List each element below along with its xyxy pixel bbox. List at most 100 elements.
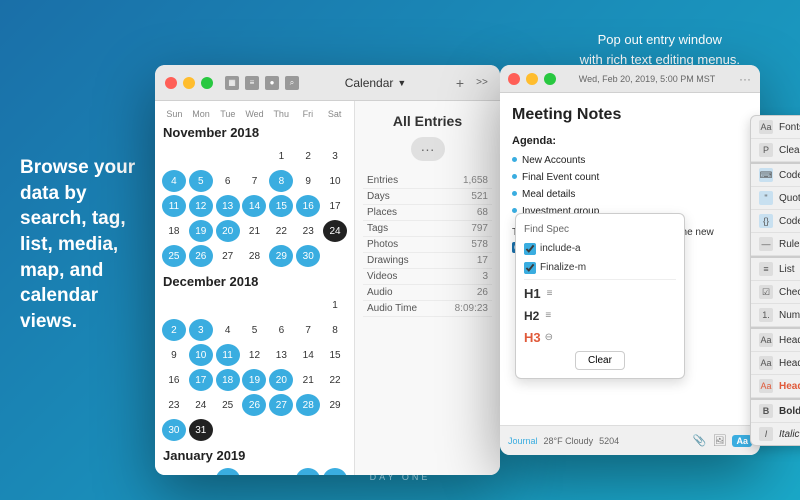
cal-cell[interactable]: 4 bbox=[216, 319, 240, 341]
notes-more-icon[interactable]: ··· bbox=[738, 72, 752, 86]
cal-cell[interactable]: 31 bbox=[189, 419, 213, 441]
find-checkbox-2[interactable] bbox=[524, 262, 536, 274]
format-numbered-list[interactable]: 1. Numbered List bbox=[751, 304, 800, 327]
cal-cell[interactable]: 21 bbox=[296, 369, 320, 391]
cal-cell[interactable]: 22 bbox=[269, 220, 293, 242]
cal-cell[interactable]: 7 bbox=[296, 319, 320, 341]
more-options-button[interactable]: >> bbox=[474, 75, 490, 91]
attachment-icon[interactable]: 📎 bbox=[693, 434, 707, 447]
photo-icon[interactable]: 🖼 bbox=[713, 434, 727, 447]
format-bold[interactable]: B Bold bbox=[751, 398, 800, 423]
cal-cell[interactable]: 4 bbox=[296, 468, 320, 475]
cal-cell[interactable]: 15 bbox=[323, 344, 347, 366]
search-icon[interactable]: ⌕ bbox=[285, 76, 299, 90]
cal-cell[interactable]: 18 bbox=[162, 220, 186, 242]
format-code-span[interactable]: ⌨ Code Span bbox=[751, 162, 800, 187]
cal-cell[interactable]: 5 bbox=[323, 468, 347, 475]
cal-cell[interactable]: 19 bbox=[189, 220, 213, 242]
maximize-button[interactable] bbox=[201, 77, 213, 89]
filter-icon[interactable]: ≡ bbox=[245, 76, 259, 90]
cal-cell[interactable]: 20 bbox=[269, 369, 293, 391]
cal-cell[interactable]: 11 bbox=[162, 195, 186, 217]
cal-cell[interactable]: 8 bbox=[269, 170, 293, 192]
format-header1[interactable]: Aa Header 1 bbox=[751, 327, 800, 352]
notes-body[interactable]: Meeting Notes Agenda: New Accounts Final… bbox=[500, 93, 760, 425]
notes-maximize-button[interactable] bbox=[544, 73, 556, 85]
cal-cell[interactable]: 29 bbox=[269, 245, 293, 267]
cal-cell[interactable]: 26 bbox=[242, 394, 266, 416]
cal-cell[interactable]: 25 bbox=[162, 245, 186, 267]
format-list[interactable]: ≡ List bbox=[751, 256, 800, 281]
theme-icon[interactable]: ● bbox=[265, 76, 279, 90]
cal-cell[interactable]: 9 bbox=[296, 170, 320, 192]
cal-cell[interactable]: 1 bbox=[269, 145, 293, 167]
cal-cell[interactable]: 16 bbox=[162, 369, 186, 391]
cal-cell[interactable]: 30 bbox=[296, 245, 320, 267]
cal-cell[interactable]: 17 bbox=[323, 195, 347, 217]
cal-cell[interactable]: 16 bbox=[296, 195, 320, 217]
cal-cell[interactable]: 2 bbox=[296, 145, 320, 167]
cal-cell[interactable]: 27 bbox=[269, 394, 293, 416]
cal-cell[interactable]: 29 bbox=[323, 394, 347, 416]
add-entry-button[interactable]: + bbox=[452, 75, 468, 91]
format-check-list[interactable]: ☑ Check List bbox=[751, 281, 800, 304]
cal-cell[interactable]: 5 bbox=[189, 170, 213, 192]
calendar-view-icon[interactable]: ▦ bbox=[225, 76, 239, 90]
cal-cell[interactable]: 1 bbox=[216, 468, 240, 475]
cal-cell[interactable]: 18 bbox=[216, 369, 240, 391]
cal-cell[interactable]: 2 bbox=[242, 468, 266, 475]
cal-cell[interactable]: 3 bbox=[269, 468, 293, 475]
cal-cell[interactable]: 24 bbox=[189, 394, 213, 416]
format-header3[interactable]: Aa Header 3 bbox=[751, 375, 800, 398]
format-code-block[interactable]: {} Code Block bbox=[751, 210, 800, 233]
cal-cell[interactable]: 23 bbox=[162, 394, 186, 416]
cal-cell[interactable]: 11 bbox=[216, 344, 240, 366]
cal-cell[interactable]: 10 bbox=[189, 344, 213, 366]
cal-cell[interactable]: 23 bbox=[296, 220, 320, 242]
cal-cell[interactable]: 4 bbox=[162, 170, 186, 192]
notes-close-button[interactable] bbox=[508, 73, 520, 85]
notes-minimize-button[interactable] bbox=[526, 73, 538, 85]
format-fonts[interactable]: Aa Fonts... bbox=[751, 116, 800, 139]
cal-cell[interactable]: 3 bbox=[323, 145, 347, 167]
cal-cell[interactable]: 25 bbox=[216, 394, 240, 416]
cal-cell[interactable]: 14 bbox=[296, 344, 320, 366]
cal-cell[interactable]: 10 bbox=[323, 170, 347, 192]
cal-cell[interactable]: 7 bbox=[242, 170, 266, 192]
format-quote-block[interactable]: " Quote Block bbox=[751, 187, 800, 210]
find-checkbox-1[interactable] bbox=[524, 243, 536, 255]
close-button[interactable] bbox=[165, 77, 177, 89]
clear-button[interactable]: Clear bbox=[575, 351, 625, 370]
cal-cell[interactable]: 3 bbox=[189, 319, 213, 341]
cal-cell[interactable]: 6 bbox=[216, 170, 240, 192]
cal-cell[interactable]: 20 bbox=[216, 220, 240, 242]
cal-cell[interactable]: 19 bbox=[242, 369, 266, 391]
cal-cell[interactable]: 28 bbox=[242, 245, 266, 267]
cal-cell[interactable]: 15 bbox=[269, 195, 293, 217]
cal-cell[interactable]: 21 bbox=[242, 220, 266, 242]
cal-cell[interactable]: 2 bbox=[162, 319, 186, 341]
entries-more-button[interactable]: ··· bbox=[411, 137, 445, 161]
format-clear[interactable]: P Clear bbox=[751, 139, 800, 162]
cal-cell[interactable]: 13 bbox=[269, 344, 293, 366]
cal-cell[interactable]: 12 bbox=[242, 344, 266, 366]
cal-cell[interactable]: 1 bbox=[323, 294, 347, 316]
cal-cell[interactable]: 26 bbox=[189, 245, 213, 267]
cal-cell[interactable]: 14 bbox=[242, 195, 266, 217]
cal-cell[interactable]: 13 bbox=[216, 195, 240, 217]
cal-cell[interactable]: 6 bbox=[269, 319, 293, 341]
cal-cell[interactable]: 5 bbox=[242, 319, 266, 341]
cal-cell[interactable]: 17 bbox=[189, 369, 213, 391]
cal-cell[interactable]: 28 bbox=[296, 394, 320, 416]
cal-cell[interactable]: 30 bbox=[162, 419, 186, 441]
cal-cell[interactable]: 27 bbox=[216, 245, 240, 267]
format-rule-line[interactable]: — Rule Line bbox=[751, 233, 800, 256]
format-header2[interactable]: Aa Header 2 bbox=[751, 352, 800, 375]
cal-cell[interactable]: 9 bbox=[162, 344, 186, 366]
cal-cell[interactable]: 22 bbox=[323, 369, 347, 391]
minimize-button[interactable] bbox=[183, 77, 195, 89]
cal-cell[interactable]: 24 bbox=[323, 220, 347, 242]
format-italic[interactable]: I Italic bbox=[751, 423, 800, 445]
cal-cell[interactable]: 8 bbox=[323, 319, 347, 341]
cal-cell[interactable]: 12 bbox=[189, 195, 213, 217]
